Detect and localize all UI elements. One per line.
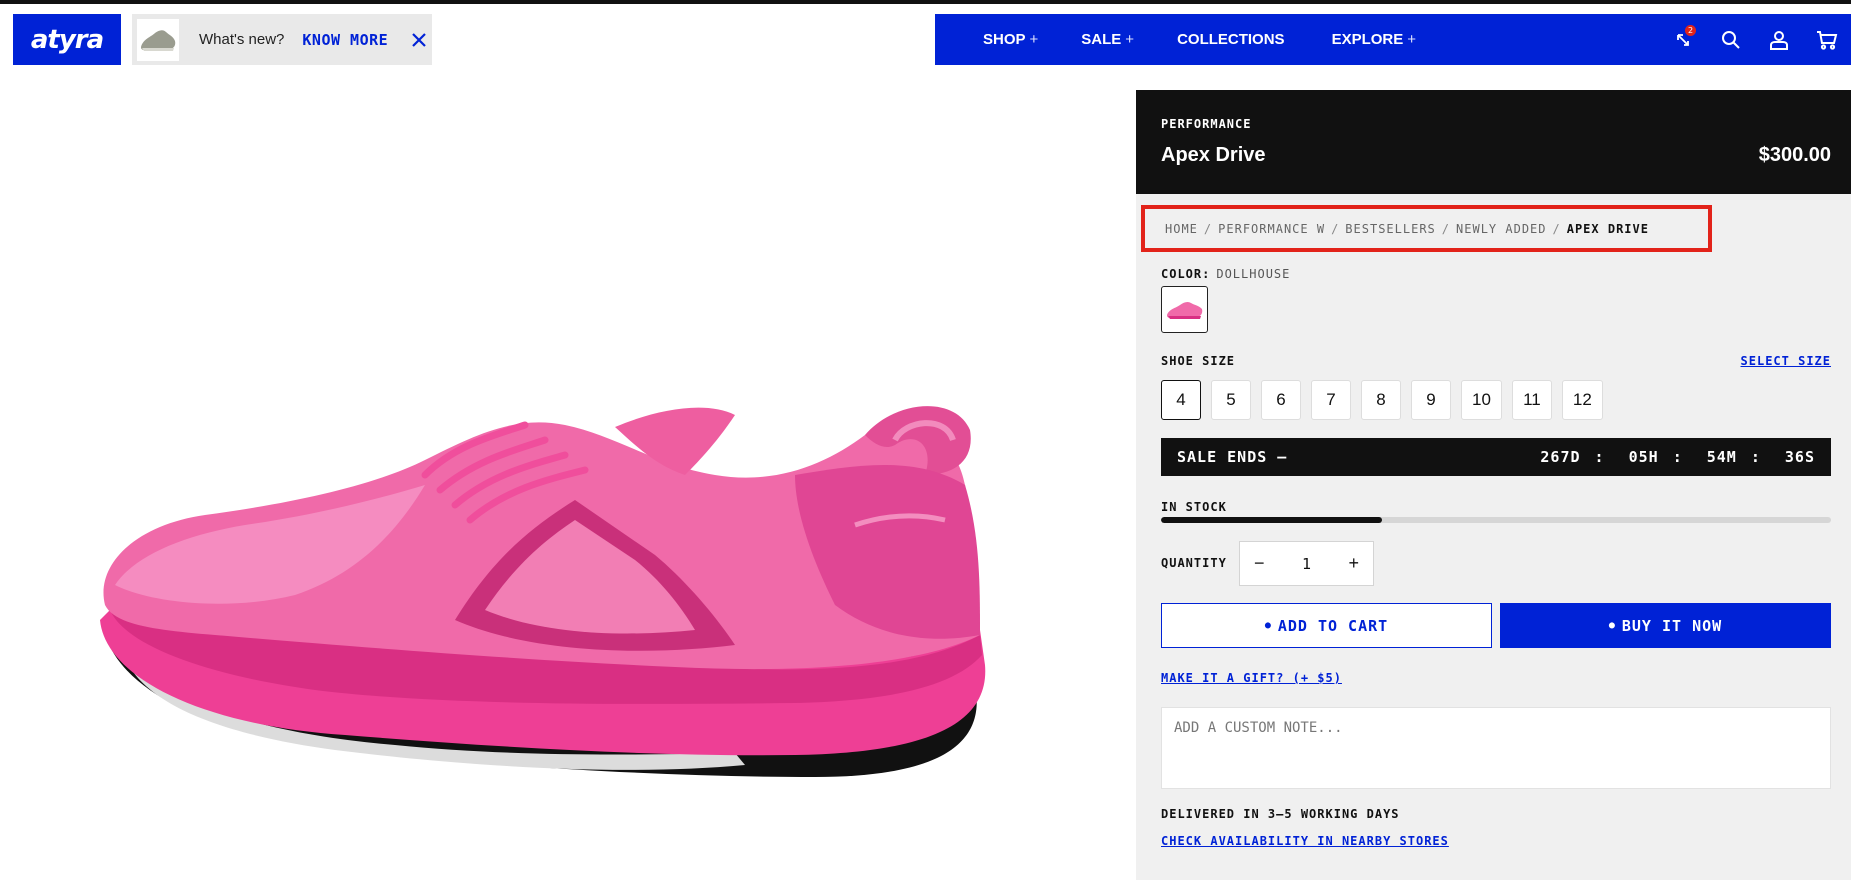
size-option-8[interactable]: 8 — [1361, 380, 1401, 420]
countdown-hours: 05H — [1628, 448, 1659, 466]
shoe-size-label: SHOE SIZE — [1161, 354, 1236, 368]
countdown-seconds: 36S — [1784, 448, 1815, 466]
color-value: DOLLHOUSE — [1216, 267, 1291, 281]
nav-item-collections[interactable]: COLLECTIONS — [1177, 31, 1289, 48]
quantity-value[interactable]: 1 — [1302, 555, 1311, 573]
quantity-decrease-button[interactable]: − — [1254, 553, 1265, 574]
delivery-info: DELIVERED IN 3–5 WORKING DAYS — [1161, 807, 1400, 821]
quantity-stepper: − 1 + — [1239, 541, 1374, 586]
custom-note-input[interactable] — [1161, 707, 1831, 789]
size-option-5[interactable]: 5 — [1211, 380, 1251, 420]
promo-text: What's new? — [199, 31, 285, 48]
buy-now-button[interactable]: ● BUY IT NOW — [1500, 603, 1831, 648]
top-border — [0, 0, 1851, 4]
check-availability-link[interactable]: CHECK AVAILABILITY IN NEARBY STORES — [1161, 834, 1449, 848]
bullet-icon: ● — [1264, 620, 1272, 631]
brand-logo-text: atyra — [30, 24, 104, 55]
sale-label: SALE ENDS — — [1177, 448, 1288, 466]
shoe-thumbnail-icon — [141, 29, 176, 51]
product-panel: PERFORMANCE Apex Drive $300.00 HOME / PER… — [1136, 90, 1851, 880]
stock-label: IN STOCK — [1161, 500, 1227, 514]
account-icon[interactable] — [1755, 14, 1803, 65]
pink-shoe-swatch-icon — [1166, 301, 1202, 319]
product-shoe-image — [100, 406, 986, 777]
size-option-10[interactable]: 10 — [1461, 380, 1502, 420]
stock-bar — [1161, 517, 1831, 523]
size-option-6[interactable]: 6 — [1261, 380, 1301, 420]
quantity-increase-button[interactable]: + — [1348, 553, 1359, 574]
promo-thumbnail — [137, 18, 179, 61]
breadcrumb-newly-added[interactable]: NEWLY ADDED — [1456, 222, 1546, 236]
know-more-link[interactable]: KNOW MORE — [302, 31, 388, 49]
breadcrumb: HOME / PERFORMANCE W / BESTSELLERS / NEWLY … — [1141, 205, 1712, 252]
color-label: COLOR: DOLLHOUSE — [1161, 267, 1291, 281]
add-to-cart-button[interactable]: ● ADD TO CART — [1161, 603, 1492, 648]
size-option-9[interactable]: 9 — [1411, 380, 1451, 420]
main-nav: SHOP + SALE + COLLECTIONS EXPLORE + 2 — [935, 14, 1851, 65]
quantity-label: QUANTITY — [1161, 556, 1227, 570]
compare-icon[interactable]: 2 — [1659, 14, 1707, 65]
product-price: $300.00 — [1758, 144, 1831, 166]
breadcrumb-performance-w[interactable]: PERFORMANCE W — [1218, 222, 1325, 236]
breadcrumb-home[interactable]: HOME — [1165, 222, 1198, 236]
size-option-12[interactable]: 12 — [1561, 380, 1603, 420]
nav-item-explore[interactable]: EXPLORE + — [1332, 31, 1416, 48]
close-icon[interactable] — [408, 29, 430, 51]
nav-item-sale[interactable]: SALE + — [1081, 31, 1134, 48]
size-options: 4 5 6 7 8 9 10 11 12 — [1161, 380, 1613, 420]
sale-countdown: SALE ENDS — 267D: 05H: 54M: 36S — [1161, 438, 1831, 476]
color-swatch-dollhouse[interactable] — [1161, 286, 1208, 333]
bullet-icon: ● — [1608, 620, 1616, 631]
size-option-11[interactable]: 11 — [1511, 380, 1552, 420]
countdown-days: 267D — [1540, 448, 1581, 466]
size-option-7[interactable]: 7 — [1311, 380, 1351, 420]
select-size-link[interactable]: SELECT SIZE — [1741, 354, 1831, 368]
compare-badge: 2 — [1685, 25, 1696, 36]
countdown-timer: 267D: 05H: 54M: 36S — [1540, 448, 1815, 466]
countdown-minutes: 54M — [1706, 448, 1737, 466]
promo-banner: What's new? KNOW MORE — [132, 14, 432, 65]
brand-logo[interactable]: atyra — [13, 14, 121, 65]
stock-bar-fill — [1161, 517, 1383, 523]
breadcrumb-current: APEX DRIVE — [1566, 221, 1649, 236]
product-header: PERFORMANCE Apex Drive $300.00 — [1136, 90, 1851, 194]
search-icon[interactable] — [1707, 14, 1755, 65]
gift-link[interactable]: MAKE IT A GIFT? (+ $5) — [1161, 671, 1342, 685]
product-category: PERFORMANCE — [1161, 117, 1252, 131]
breadcrumb-bestsellers[interactable]: BESTSELLERS — [1345, 222, 1435, 236]
size-option-4[interactable]: 4 — [1161, 380, 1201, 420]
nav-item-shop[interactable]: SHOP + — [983, 31, 1038, 48]
cart-icon[interactable] — [1803, 14, 1851, 65]
product-name: Apex Drive — [1161, 144, 1266, 166]
